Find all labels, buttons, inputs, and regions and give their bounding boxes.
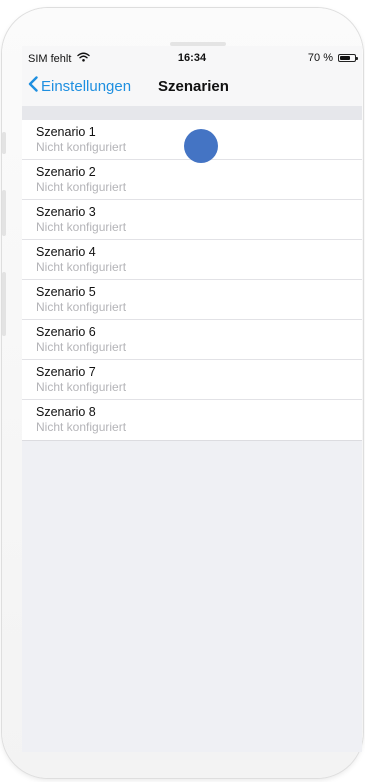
scenario-status: Nicht konfiguriert: [36, 180, 127, 194]
scenario-status: Nicht konfiguriert: [36, 380, 127, 394]
scenario-row[interactable]: Szenario 4 Nicht konfiguriert: [22, 240, 362, 280]
scenario-title: Szenario 6: [36, 325, 96, 339]
scenario-title: Szenario 8: [36, 405, 96, 419]
mute-switch: [2, 132, 6, 154]
battery-icon: [338, 54, 358, 62]
scenario-row[interactable]: Szenario 2 Nicht konfiguriert: [22, 160, 362, 200]
scenario-status: Nicht konfiguriert: [36, 420, 127, 434]
scenario-row[interactable]: Szenario 6 Nicht konfiguriert: [22, 320, 362, 360]
scenario-row[interactable]: Szenario 7 Nicht konfiguriert: [22, 360, 362, 400]
navigation-bar: Einstellungen Szenarien: [22, 70, 362, 106]
page-title: Szenarien: [158, 78, 229, 95]
scenario-status: Nicht konfiguriert: [36, 300, 127, 314]
volume-down-button: [2, 272, 6, 336]
back-button[interactable]: Einstellungen: [28, 76, 131, 96]
scenario-row[interactable]: Szenario 3 Nicht konfiguriert: [22, 200, 362, 240]
touch-indicator: [184, 129, 218, 163]
scenario-title: Szenario 3: [36, 205, 96, 219]
section-spacer: [22, 106, 362, 120]
battery-percentage: 70 %: [307, 52, 333, 64]
status-bar: SIM fehlt 16:34 70 %: [22, 46, 362, 70]
scenario-row[interactable]: Szenario 8 Nicht konfiguriert: [22, 400, 362, 440]
battery-fill: [340, 56, 350, 60]
back-button-label: Einstellungen: [41, 77, 132, 95]
scenario-status: Nicht konfiguriert: [36, 220, 127, 234]
scenario-status: Nicht konfiguriert: [36, 340, 127, 354]
scenario-title: Szenario 4: [36, 245, 96, 259]
chevron-left-icon: [28, 76, 38, 96]
scenario-list: Szenario 1 Nicht konfiguriert Szenario 2 Ni…: [22, 120, 362, 441]
scenario-title: Szenario 7: [36, 365, 96, 379]
scenario-title: Szenario 5: [36, 285, 96, 299]
scenario-status: Nicht konfiguriert: [36, 260, 127, 274]
volume-up-button: [2, 190, 6, 236]
scenario-title: Szenario 2: [36, 165, 96, 179]
scenario-row[interactable]: Szenario 5 Nicht konfiguriert: [22, 280, 362, 320]
